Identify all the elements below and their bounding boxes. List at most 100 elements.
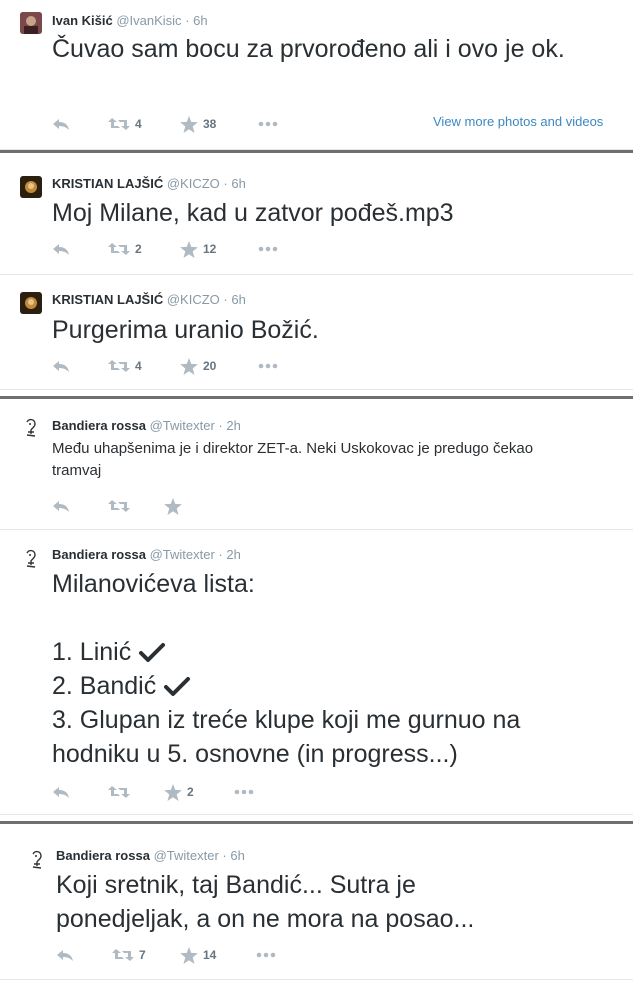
tweet-text-line: Milanovićeva lista: (52, 570, 255, 598)
avatar[interactable] (20, 416, 42, 438)
reply-button[interactable] (52, 358, 70, 374)
retweet-icon (108, 243, 130, 255)
list-item: 1. Linić (52, 635, 622, 669)
favorite-count: 20 (203, 359, 217, 373)
avatar-image (26, 848, 48, 870)
retweet-button[interactable]: 4 (108, 358, 142, 374)
tweet-header: Bandiera rossa @Twitexter · 2h (52, 547, 241, 563)
tweet-header: Ivan Kišić @IvanKisic · 6h (52, 13, 208, 29)
tweet-text-line: Koji sretnik, taj Bandić... Sutra je (56, 871, 416, 899)
favorite-button[interactable] (164, 497, 187, 515)
user-name[interactable]: KRISTIAN LAJŠIĆ (52, 292, 163, 307)
tweet-text: Moj Milane, kad u zatvor pođeš.mp3 (52, 199, 454, 227)
retweet-button[interactable]: 4 (108, 116, 142, 132)
favorite-count: 14 (203, 948, 217, 962)
avatar[interactable] (20, 292, 42, 314)
tweet-header: Bandiera rossa @Twitexter · 2h (52, 418, 241, 434)
retweet-count: 2 (135, 242, 142, 256)
more-button[interactable] (234, 784, 254, 800)
more-icon (234, 789, 254, 795)
reply-button[interactable] (52, 241, 70, 257)
reply-icon (53, 787, 69, 798)
tweet-time[interactable]: 2h (226, 418, 240, 433)
view-more-media-link[interactable]: View more photos and videos (433, 114, 603, 129)
favorite-button[interactable]: 38 (180, 115, 216, 133)
tweet-3[interactable]: KRISTIAN LAJŠIĆ @KICZO · 6h Purgerima ur… (0, 276, 633, 390)
user-name[interactable]: Bandiera rossa (56, 848, 150, 863)
user-name[interactable]: Bandiera rossa (52, 547, 146, 562)
star-icon (164, 783, 182, 801)
favorite-count: 12 (203, 242, 217, 256)
reply-button[interactable] (52, 116, 70, 132)
reply-button[interactable] (52, 498, 70, 514)
avatar[interactable] (20, 12, 42, 34)
retweet-button[interactable]: 7 (112, 947, 146, 963)
retweet-count: 4 (135, 117, 142, 131)
favorite-count: 2 (187, 785, 194, 799)
user-handle[interactable]: @Twitexter (154, 848, 219, 863)
check-icon (164, 677, 191, 697)
retweet-icon (108, 360, 130, 372)
screenshot-separator (0, 821, 633, 824)
tweet-text-line: ponedjeljak, a on ne mora na posao... (56, 905, 475, 933)
tweet-actions: 7 14 (56, 946, 356, 964)
tweet-time[interactable]: 2h (226, 547, 240, 562)
user-handle[interactable]: @KICZO (167, 292, 220, 307)
tweet-header: Bandiera rossa @Twitexter · 6h (56, 848, 245, 864)
tweet-text: Koji sretnik, taj Bandić... Sutra je pon… (56, 868, 616, 936)
retweet-icon (108, 786, 130, 798)
user-name[interactable]: Ivan Kišić (52, 13, 113, 28)
avatar[interactable] (26, 848, 48, 870)
user-name[interactable]: Bandiera rossa (52, 418, 146, 433)
tweet-time[interactable]: 6h (230, 848, 244, 863)
more-button[interactable] (258, 358, 278, 374)
retweet-button[interactable] (108, 498, 135, 514)
favorite-button[interactable]: 20 (180, 357, 217, 375)
user-name[interactable]: KRISTIAN LAJŠIĆ (52, 176, 163, 191)
dot-separator: · (218, 547, 223, 562)
star-icon (180, 115, 198, 133)
avatar[interactable] (20, 547, 42, 569)
more-button[interactable] (258, 241, 278, 257)
user-handle[interactable]: @KICZO (167, 176, 220, 191)
tweet-actions: 4 20 (52, 357, 352, 375)
tweet-5[interactable]: Bandiera rossa @Twitexter · 2h Milanović… (0, 531, 633, 815)
tweet-actions: 2 12 (52, 240, 352, 258)
star-icon (164, 497, 182, 515)
tweet-6[interactable]: Bandiera rossa @Twitexter · 6h Koji sret… (0, 830, 633, 980)
tweet-time[interactable]: 6h (231, 176, 245, 191)
favorite-button[interactable]: 14 (180, 946, 217, 964)
avatar[interactable] (20, 176, 42, 198)
more-icon (258, 246, 278, 252)
reply-button[interactable] (52, 784, 70, 800)
tweet-time[interactable]: 6h (193, 13, 207, 28)
list-item-text: hodniku u 5. osnovne (in progress...) (52, 740, 458, 768)
tweet-time[interactable]: 6h (231, 292, 245, 307)
retweet-button[interactable] (108, 784, 135, 800)
user-handle[interactable]: @Twitexter (150, 547, 215, 562)
tweet-2[interactable]: KRISTIAN LAJŠIĆ @KICZO · 6h Moj Milane, … (0, 164, 633, 275)
retweet-count: 4 (135, 359, 142, 373)
star-icon (180, 240, 198, 258)
retweet-icon (108, 118, 130, 130)
more-icon (258, 363, 278, 369)
star-icon (180, 946, 198, 964)
avatar-image (20, 416, 42, 438)
dot-separator: · (222, 848, 227, 863)
tweet-1[interactable]: Ivan Kišić @IvanKisic · 6h Čuvao sam boc… (0, 0, 633, 150)
user-handle[interactable]: @Twitexter (150, 418, 215, 433)
avatar-image (20, 292, 42, 314)
dot-separator: · (185, 13, 190, 28)
reply-icon (53, 244, 69, 255)
favorite-button[interactable]: 12 (180, 240, 217, 258)
dot-separator: · (218, 418, 223, 433)
more-button[interactable] (258, 116, 278, 132)
favorite-button[interactable]: 2 (164, 783, 194, 801)
user-handle[interactable]: @IvanKisic (116, 13, 181, 28)
retweet-button[interactable]: 2 (108, 241, 142, 257)
tweet-text-line: tramvaj (52, 462, 102, 479)
tweet-4[interactable]: Bandiera rossa @Twitexter · 2h Među uhap… (0, 406, 633, 530)
more-button[interactable] (256, 947, 276, 963)
reply-button[interactable] (56, 947, 74, 963)
